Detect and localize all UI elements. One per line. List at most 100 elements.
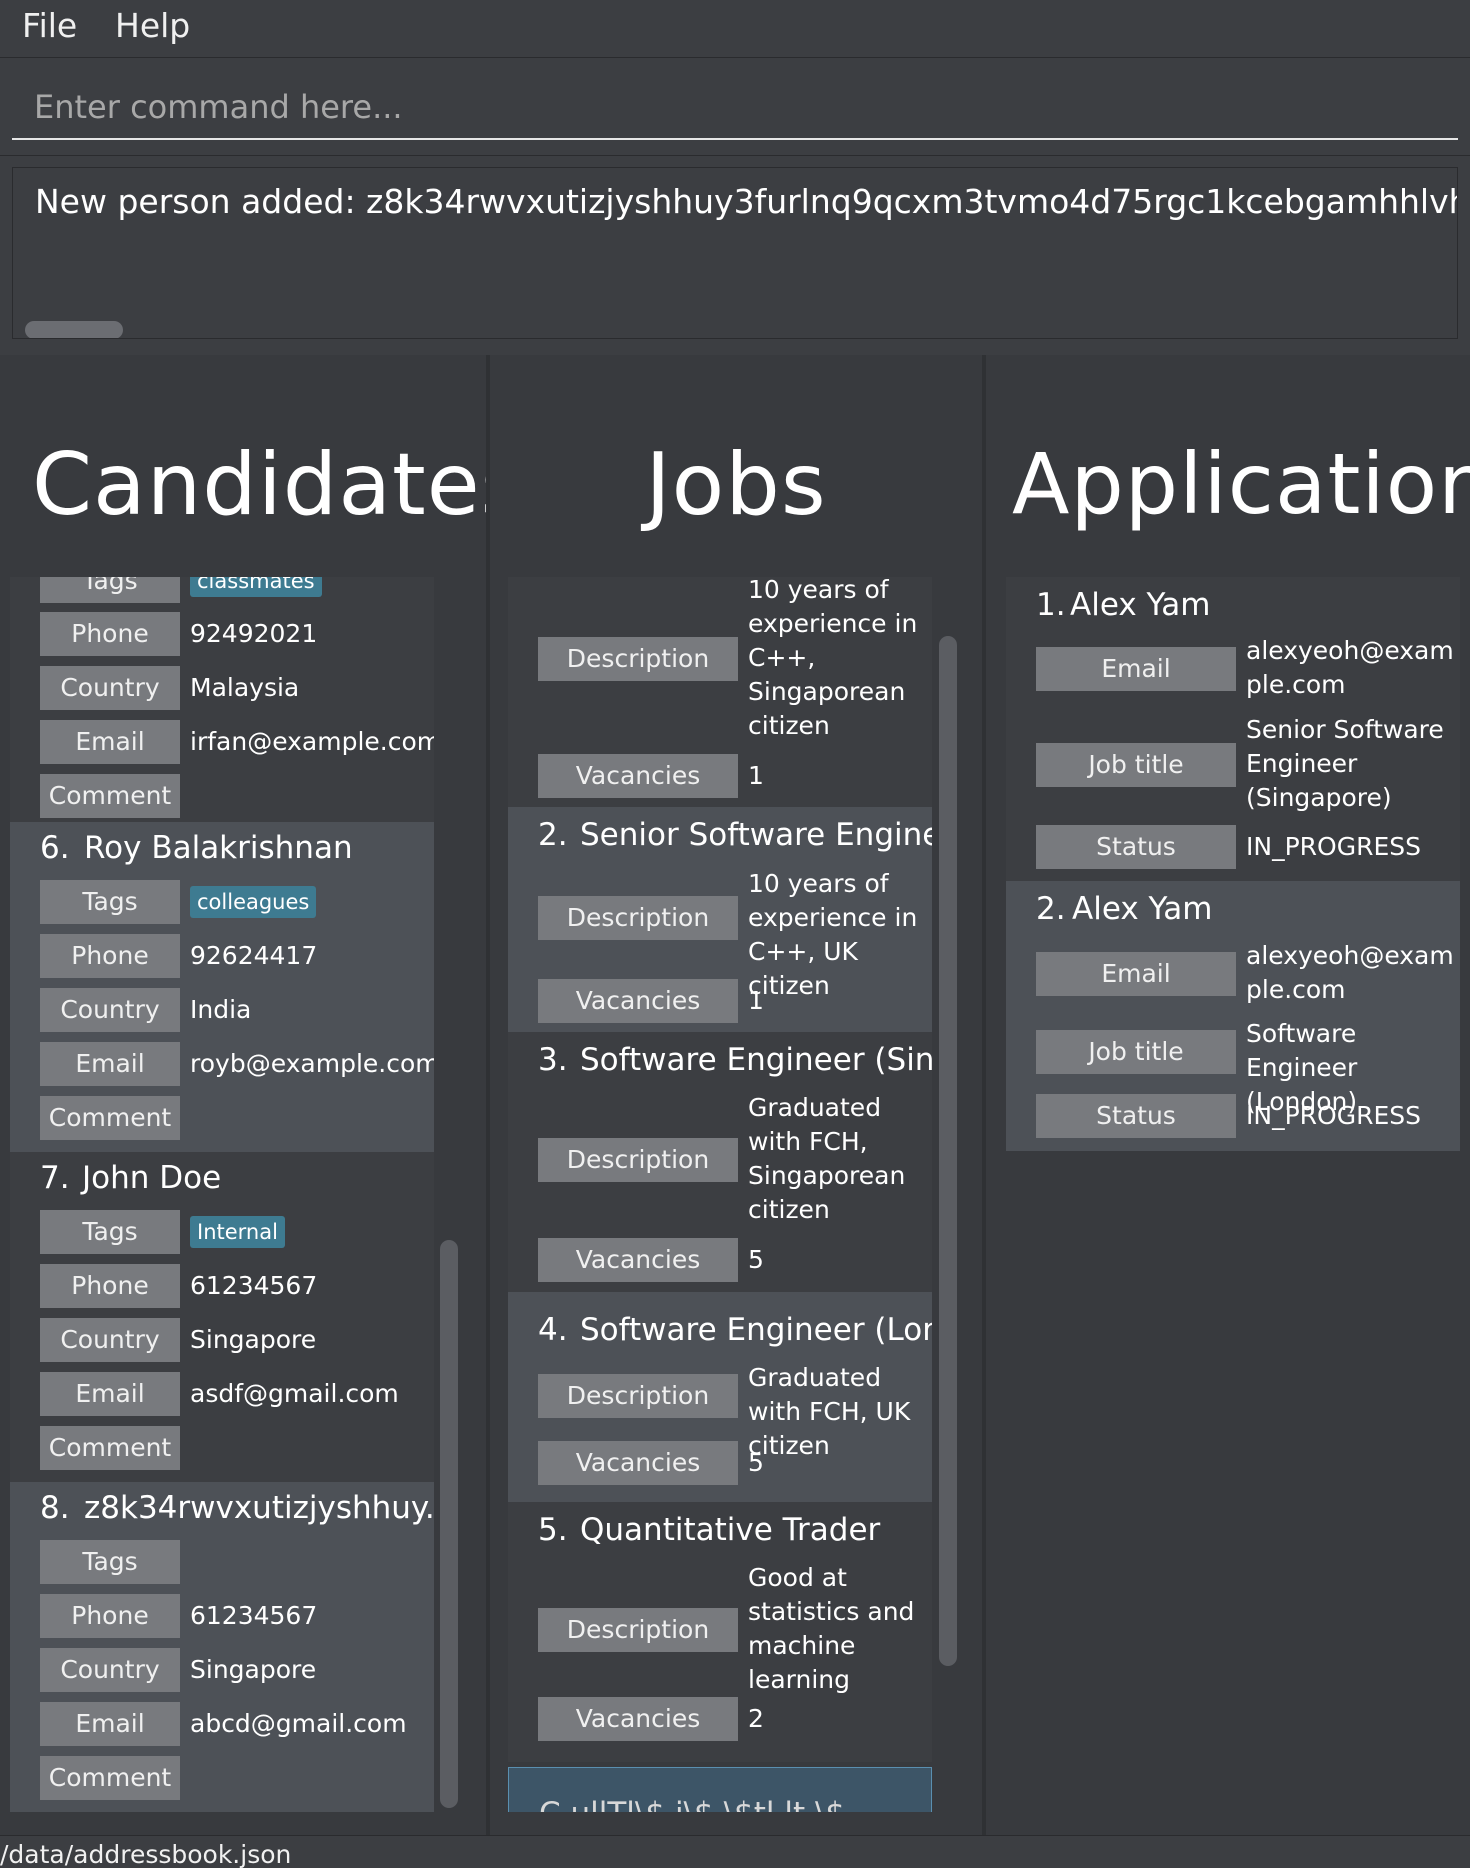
label-vacancies: Vacancies — [538, 1238, 738, 1282]
label-tags: Tags — [40, 577, 180, 603]
label-phone: Phone — [40, 1264, 180, 1308]
label-comment: Comment — [40, 1096, 180, 1140]
command-input[interactable] — [12, 76, 1458, 140]
label-vacancies: Vacancies — [538, 979, 738, 1023]
vacancies-value: 5 — [748, 1448, 764, 1477]
data-file-path: /data/addressbook.json — [0, 1840, 292, 1868]
label-phone: Phone — [40, 934, 180, 978]
job-title-clipped: C.ullTl\$ i\$ \$tl lt \$ — [539, 1796, 845, 1812]
horizontal-scrollbar[interactable] — [25, 321, 123, 338]
candidates-title: Candidates — [32, 435, 486, 535]
candidate-index: 8. — [40, 1490, 70, 1526]
tag-badge: Internal — [190, 1216, 285, 1248]
phone-value: 92624417 — [190, 941, 318, 970]
candidate-name: z8k34rwvxutizjyshhuy... — [84, 1490, 434, 1526]
vacancies-value: 1 — [748, 986, 764, 1015]
candidate-card-partial[interactable]: Tags classmates Phone 92492021 Country M… — [10, 577, 434, 826]
label-tags: Tags — [40, 880, 180, 924]
label-email: Email — [40, 720, 180, 764]
email-value: alexyeoh@example.com — [1246, 941, 1454, 1004]
job-index: 5. — [538, 1512, 568, 1548]
jobs-title: Jobs — [645, 435, 827, 535]
job-card-selected[interactable]: C.ullTl\$ i\$ \$tl lt \$ — [508, 1767, 932, 1812]
application-name: Alex Yam — [1072, 891, 1213, 927]
job-title: Software Engineer (Lon... — [580, 1312, 932, 1348]
label-description: Description — [538, 1608, 738, 1652]
vacancies-value: 1 — [748, 761, 764, 790]
job-title: Software Engineer (Sin... — [580, 1042, 932, 1078]
label-country: Country — [40, 1648, 180, 1692]
job-card[interactable]: 3. Software Engineer (Sin... Description… — [508, 1032, 932, 1292]
job-card[interactable]: 2. Senior Software Engine... Description… — [508, 807, 932, 1032]
label-email: Email — [40, 1042, 180, 1086]
label-comment: Comment — [40, 1426, 180, 1470]
label-vacancies: Vacancies — [538, 1441, 738, 1485]
vacancies-value: 2 — [748, 1704, 764, 1733]
label-comment: Comment — [40, 774, 180, 818]
email-value: irfan@example.com — [190, 727, 434, 756]
label-email: Email — [1036, 952, 1236, 996]
tag-badge: colleagues — [190, 886, 317, 918]
label-job-title: Job title — [1036, 743, 1236, 787]
result-display[interactable]: New person added: z8k34rwvxutizjyshhuy3f… — [12, 167, 1458, 339]
candidate-index: 7. — [40, 1160, 70, 1196]
label-country: Country — [40, 666, 180, 710]
candidate-card[interactable]: 8. z8k34rwvxutizjyshhuy... Tags Phone 61… — [10, 1482, 434, 1812]
candidates-scrollbar[interactable] — [440, 1240, 458, 1808]
email-value: asdf@gmail.com — [190, 1379, 399, 1408]
phone-value: 61234567 — [190, 1271, 318, 1300]
job-title-value: Senior Software Engineer (Singapore) — [1246, 715, 1444, 812]
description-value: 10 years of experience in C++, UK citize… — [748, 869, 918, 1000]
job-card[interactable]: 4. Software Engineer (Lon... Description… — [508, 1292, 932, 1502]
jobs-panel: Jobs Description 10 years of experience … — [490, 355, 982, 1835]
job-index: 4. — [538, 1312, 568, 1348]
label-description: Description — [538, 1138, 738, 1182]
label-country: Country — [40, 1318, 180, 1362]
candidate-name: John Doe — [82, 1160, 222, 1196]
application-card[interactable]: 2. Alex Yam Email alexyeoh@example.com J… — [1006, 881, 1460, 1151]
country-value: Malaysia — [190, 673, 300, 702]
menu-file[interactable]: File — [22, 6, 77, 45]
application-name: Alex Yam — [1070, 587, 1211, 623]
job-index: 3. — [538, 1042, 568, 1078]
description-value: Good at statistics and machine learning — [748, 1563, 915, 1694]
description-value: Graduated with FCH, UK citizen — [748, 1363, 911, 1460]
label-status: Status — [1036, 1094, 1236, 1138]
country-value: Singapore — [190, 1325, 317, 1354]
label-job-title: Job title — [1036, 1030, 1236, 1074]
phone-value: 61234567 — [190, 1601, 318, 1630]
candidate-card[interactable]: 7. John Doe Tags Internal Phone 61234567… — [10, 1152, 434, 1482]
label-tags: Tags — [40, 1210, 180, 1254]
application-card[interactable]: 1. Alex Yam Email alexyeoh@example.com J… — [1006, 577, 1460, 881]
label-description: Description — [538, 896, 738, 940]
result-area: New person added: z8k34rwvxutizjyshhuy3f… — [0, 157, 1470, 353]
candidates-list[interactable]: Tags classmates Phone 92492021 Country M… — [10, 577, 434, 1812]
jobs-list[interactable]: Description 10 years of experience in C+… — [508, 577, 932, 1812]
label-email: Email — [40, 1372, 180, 1416]
menu-bar: File Help — [0, 0, 1470, 58]
email-value: royb@example.com — [190, 1049, 434, 1078]
candidate-index: 6. — [40, 830, 70, 866]
applications-title: Applications — [1012, 435, 1470, 533]
status-value: IN_PROGRESS — [1246, 1101, 1421, 1130]
candidate-card[interactable]: 6. Roy Balakrishnan Tags colleagues Phon… — [10, 822, 434, 1152]
country-value: Singapore — [190, 1655, 317, 1684]
status-value: IN_PROGRESS — [1246, 832, 1421, 861]
job-title: Senior Software Engine... — [580, 817, 932, 853]
label-vacancies: Vacancies — [538, 1697, 738, 1741]
candidate-name: Roy Balakrishnan — [84, 830, 353, 866]
menu-help[interactable]: Help — [115, 6, 190, 45]
label-email: Email — [1036, 647, 1236, 691]
application-index: 1. — [1036, 587, 1066, 623]
applications-list[interactable]: 1. Alex Yam Email alexyeoh@example.com J… — [1006, 577, 1460, 1177]
application-index: 2. — [1036, 891, 1066, 927]
job-card-partial[interactable]: Description 10 years of experience in C+… — [508, 577, 932, 807]
tag-badge: classmates — [190, 577, 322, 597]
command-area — [0, 58, 1470, 156]
job-card[interactable]: 5. Quantitative Trader Description Good … — [508, 1502, 932, 1762]
label-description: Description — [538, 637, 738, 681]
jobs-scrollbar[interactable] — [939, 636, 957, 1666]
applications-panel: Applications 1. Alex Yam Email alexyeoh@… — [986, 355, 1470, 1835]
job-index: 2. — [538, 817, 568, 853]
label-email: Email — [40, 1702, 180, 1746]
